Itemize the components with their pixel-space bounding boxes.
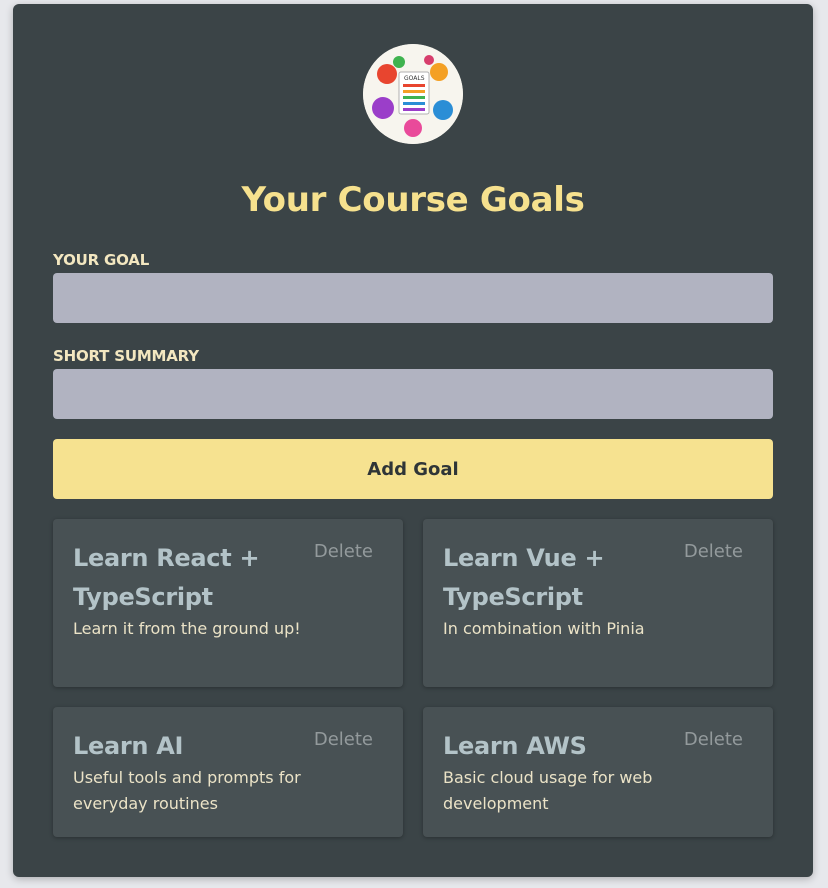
goal-card: Learn Vue + TypeScript In combination wi… [423,519,773,687]
goal-card: Learn AWS Basic cloud usage for web deve… [423,707,773,837]
goal-title: Learn Vue + TypeScript [443,544,605,611]
delete-goal-button[interactable]: Delete [314,541,373,562]
page-title: Your Course Goals [241,180,585,220]
goal-card: Learn AI Useful tools and prompts for ev… [53,707,403,837]
goal-title: Learn AWS [443,732,587,760]
delete-goal-button[interactable]: Delete [684,541,743,562]
add-goal-button[interactable]: Add Goal [53,439,773,499]
delete-goal-button[interactable]: Delete [314,729,373,750]
svg-text:GOALS: GOALS [404,75,425,82]
goal-input[interactable] [53,273,773,323]
goal-summary: Basic cloud usage for web development [443,768,653,813]
goal-title: Learn React + TypeScript [73,544,260,611]
summary-input[interactable] [53,369,773,419]
goals-logo-image: GOALS [363,44,463,144]
summary-label: SHORT SUMMARY [53,347,199,365]
goal-label: YOUR GOAL [53,251,150,269]
goal-card: Learn React + TypeScript Learn it from t… [53,519,403,687]
goal-summary: Useful tools and prompts for everyday ro… [73,768,301,813]
course-goals-card: GOALS Your Course Goals YOUR GOAL SHORT … [13,4,813,877]
goal-summary: Learn it from the ground up! [73,619,301,638]
delete-goal-button[interactable]: Delete [684,729,743,750]
goal-summary: In combination with Pinia [443,619,645,638]
goal-title: Learn AI [73,732,184,760]
